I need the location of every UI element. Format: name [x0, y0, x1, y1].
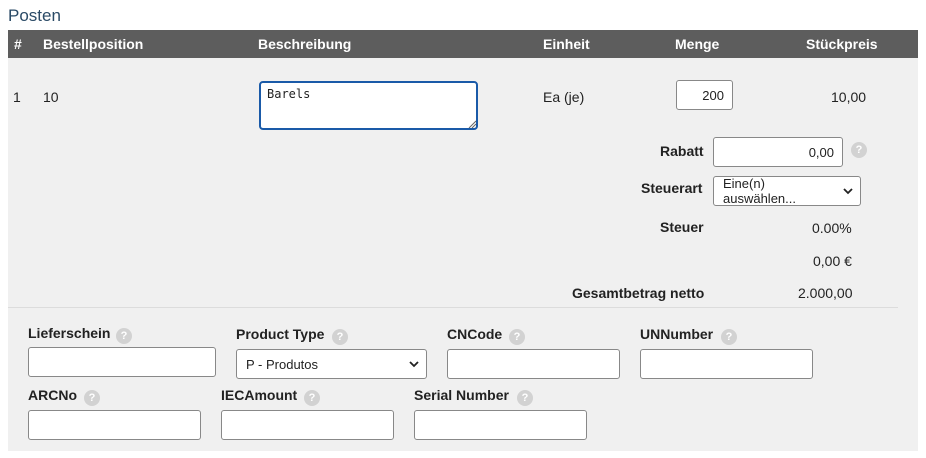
serial-number-label: Serial Number: [414, 387, 509, 403]
section-title: Posten: [8, 6, 61, 25]
tax-type-select[interactable]: Eine(n) auswählen...: [713, 176, 861, 206]
row-index: 1: [13, 89, 21, 105]
net-total-label: Gesamtbetrag netto: [572, 285, 705, 301]
arcno-question-mark-icon[interactable]: ?: [84, 390, 100, 406]
unnumber-input[interactable]: [640, 349, 813, 379]
iecamount-input[interactable]: [221, 410, 394, 440]
chevron-down-icon: [409, 361, 419, 368]
iecamount-label: IECAmount: [221, 387, 298, 403]
product-type-label: Product Type: [236, 326, 325, 342]
cncode-input[interactable]: [447, 349, 620, 379]
iecamount-question-mark-icon[interactable]: ?: [304, 390, 320, 406]
serial-number-question-mark-icon[interactable]: ?: [517, 390, 533, 406]
discount-input[interactable]: [713, 137, 843, 167]
product-type-question-mark-icon[interactable]: ?: [332, 329, 348, 345]
tax-type-selected: Eine(n) auswählen...: [723, 176, 796, 206]
tax-type-label: Steuerart: [641, 180, 703, 196]
arcno-label: ARCNo: [28, 387, 77, 403]
row-position: 10: [43, 89, 59, 105]
chevron-down-icon: [843, 188, 853, 195]
row-unit-price: 10,00: [831, 89, 867, 105]
discount-question-mark-icon[interactable]: ?: [851, 142, 867, 158]
header-index: #: [14, 36, 22, 52]
cncode-label: CNCode: [447, 326, 503, 342]
row-unit: Ea (je): [543, 89, 585, 105]
quantity-input[interactable]: [676, 80, 733, 110]
unnumber-question-mark-icon[interactable]: ?: [721, 329, 737, 345]
header-description: Beschreibung: [258, 36, 352, 52]
discount-label: Rabatt: [660, 143, 704, 159]
delivery-note-label: Lieferschein: [28, 325, 111, 341]
serial-number-input[interactable]: [414, 410, 587, 440]
cncode-question-mark-icon[interactable]: ?: [509, 329, 525, 345]
delivery-note-input[interactable]: [28, 347, 216, 377]
product-type-select[interactable]: P - Produtos: [236, 349, 427, 379]
product-type-selected: P - Produtos: [246, 356, 319, 372]
unnumber-label: UNNumber: [640, 326, 714, 342]
header-unit: Einheit: [543, 36, 590, 52]
delivery-note-question-mark-icon[interactable]: ?: [116, 328, 132, 344]
header-quantity: Menge: [675, 36, 720, 52]
table-header: # Bestellposition Beschreibung Einheit M…: [8, 30, 918, 58]
net-total-value: 2.000,00: [798, 285, 853, 301]
header-position: Bestellposition: [43, 36, 144, 52]
tax-rate: 0.00%: [812, 220, 852, 236]
tax-amount: 0,00 €: [813, 253, 852, 269]
divider: [8, 307, 898, 308]
description-textarea[interactable]: Barels: [259, 81, 478, 130]
line-item-row: 1 10 Barels Ea (je) 10,00 Rabatt ? Steue…: [8, 58, 918, 451]
tax-label: Steuer: [660, 219, 704, 235]
header-unit-price: Stückpreis: [806, 36, 878, 52]
arcno-input[interactable]: [28, 410, 201, 440]
